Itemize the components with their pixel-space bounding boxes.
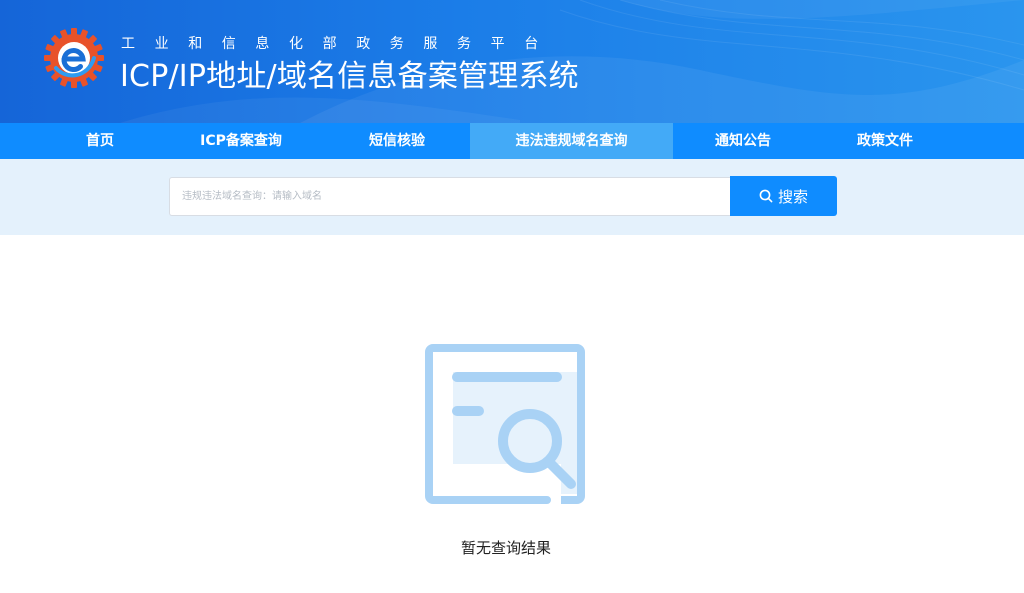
nav-item-notices[interactable]: 通知公告 bbox=[673, 123, 813, 159]
nav-item-policy-docs[interactable]: 政策文件 bbox=[815, 123, 955, 159]
search-button-label: 搜索 bbox=[777, 187, 808, 206]
domain-search-input[interactable] bbox=[169, 177, 730, 216]
search-icon bbox=[759, 189, 773, 203]
no-results-message: 暂无查询结果 bbox=[460, 539, 551, 557]
search-button[interactable]: 搜索 bbox=[730, 176, 837, 216]
gear-e-logo-icon bbox=[44, 28, 104, 88]
nav-item-home[interactable]: 首页 bbox=[30, 123, 170, 159]
header-subtitle: 工业和信息化部政务服务平台 bbox=[121, 36, 558, 52]
site-header: 工业和信息化部政务服务平台 ICP/IP地址/域名信息备案管理系统 bbox=[0, 0, 1024, 123]
search-section: 搜索 bbox=[0, 159, 1024, 235]
document-search-icon bbox=[423, 344, 585, 508]
nav-item-sms-verify[interactable]: 短信核验 bbox=[327, 123, 467, 159]
main-nav: 首页 ICP备案查询 短信核验 违法违规域名查询 通知公告 政策文件 bbox=[0, 123, 1024, 159]
system-title: ICP/IP地址/域名信息备案管理系统 bbox=[120, 59, 579, 94]
nav-item-icp-query[interactable]: ICP备案查询 bbox=[170, 123, 312, 159]
results-area: 暂无查询结果 bbox=[0, 235, 1024, 593]
nav-item-illegal-domain-query[interactable]: 违法违规域名查询 bbox=[470, 123, 673, 159]
